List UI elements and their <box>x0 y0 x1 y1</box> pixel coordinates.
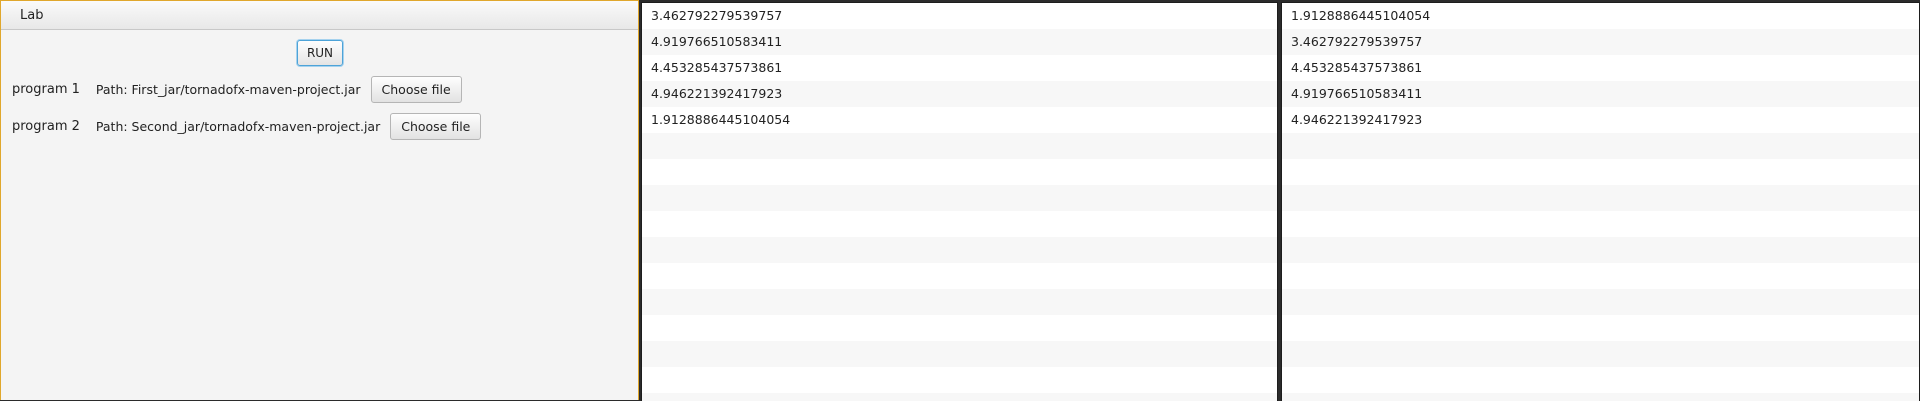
empty-list-row[interactable] <box>642 393 1277 401</box>
empty-list-row[interactable] <box>1282 237 1919 263</box>
list-item[interactable]: 4.946221392417923 <box>1282 107 1919 133</box>
empty-list-row[interactable] <box>1282 367 1919 393</box>
program-2-label: program 2 <box>12 118 80 134</box>
empty-list-row[interactable] <box>642 367 1277 393</box>
empty-list-row[interactable] <box>642 185 1277 211</box>
empty-list-row[interactable] <box>1282 211 1919 237</box>
program-2-path: Path: Second_jar/tornadofx-maven-project… <box>95 118 381 134</box>
empty-list-row[interactable] <box>1282 263 1919 289</box>
empty-list-row[interactable] <box>642 159 1277 185</box>
menu-bar: Lab <box>1 1 638 30</box>
empty-list-row[interactable] <box>1282 185 1919 211</box>
empty-list-row[interactable] <box>642 315 1277 341</box>
menu-lab[interactable]: Lab <box>20 8 43 23</box>
list-item[interactable]: 4.946221392417923 <box>642 81 1277 107</box>
results-list-2[interactable]: 1.9128886445104054 3.462792279539757 4.453… <box>1281 2 1920 401</box>
empty-list-row[interactable] <box>642 263 1277 289</box>
program-1-label: program 1 <box>12 81 80 97</box>
list-item[interactable]: 1.9128886445104054 <box>1282 3 1919 29</box>
empty-list-row[interactable] <box>1282 289 1919 315</box>
program-1-row: program 1 Path: First_jar/tornadofx-mave… <box>12 75 462 103</box>
empty-list-row[interactable] <box>1282 341 1919 367</box>
program-2-choose-file-button[interactable]: Choose file <box>390 112 482 140</box>
list-item[interactable]: 4.453285437573861 <box>1282 55 1919 81</box>
results-list-1[interactable]: 3.462792279539757 4.919766510583411 4.4532… <box>641 2 1278 401</box>
program-1-choose-file-button[interactable]: Choose file <box>370 75 462 103</box>
program-1-path: Path: First_jar/tornadofx-maven-project.… <box>95 81 361 97</box>
list-item[interactable]: 3.462792279539757 <box>1282 29 1919 55</box>
empty-list-row[interactable] <box>642 211 1277 237</box>
empty-list-row[interactable] <box>642 289 1277 315</box>
list-item[interactable]: 4.919766510583411 <box>1282 81 1919 107</box>
empty-list-row[interactable] <box>642 341 1277 367</box>
list-item[interactable]: 4.453285437573861 <box>642 55 1277 81</box>
program-2-row: program 2 Path: Second_jar/tornadofx-mav… <box>12 112 482 140</box>
control-panel: Lab RUN program 1 Path: First_jar/tornad… <box>0 0 639 400</box>
list-item[interactable]: 1.9128886445104054 <box>642 107 1277 133</box>
empty-list-row[interactable] <box>1282 315 1919 341</box>
empty-list-row[interactable] <box>1282 133 1919 159</box>
run-button[interactable]: RUN <box>297 40 343 66</box>
empty-list-row[interactable] <box>1282 159 1919 185</box>
empty-list-row[interactable] <box>642 133 1277 159</box>
list-item[interactable]: 4.919766510583411 <box>642 29 1277 55</box>
empty-list-row[interactable] <box>642 237 1277 263</box>
list-item[interactable]: 3.462792279539757 <box>642 3 1277 29</box>
app-root: Lab RUN program 1 Path: First_jar/tornad… <box>0 0 1920 401</box>
empty-list-row[interactable] <box>1282 393 1919 401</box>
